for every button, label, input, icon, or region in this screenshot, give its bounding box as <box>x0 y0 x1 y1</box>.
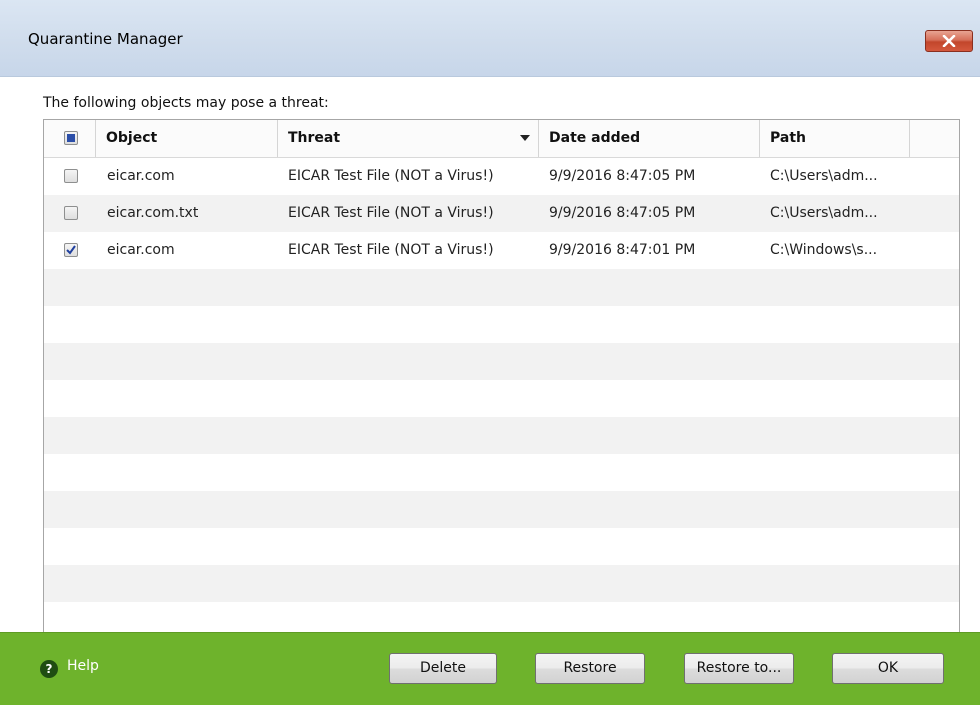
sort-descending-icon <box>520 135 530 141</box>
column-header-threat-label: Threat <box>288 130 341 146</box>
help-link[interactable]: Help <box>67 658 99 674</box>
table-row[interactable]: eicar.com EICAR Test File (NOT a Virus!)… <box>44 158 959 195</box>
empty-row <box>44 565 959 602</box>
object-cell: eicar.com <box>107 168 175 184</box>
select-all-header-cell <box>44 120 96 157</box>
path-cell: C:\Users\adm... <box>770 168 878 184</box>
object-cell: eicar.com.txt <box>107 205 199 221</box>
window-title: Quarantine Manager <box>28 30 183 48</box>
table-row[interactable]: eicar.com.txt EICAR Test File (NOT a Vir… <box>44 195 959 232</box>
table-header: Object Threat Date added Path <box>44 120 959 158</box>
empty-row <box>44 454 959 491</box>
object-cell: eicar.com <box>107 242 175 258</box>
row-checkbox[interactable] <box>64 169 78 183</box>
empty-row <box>44 380 959 417</box>
table-row[interactable]: eicar.com EICAR Test File (NOT a Virus!)… <box>44 232 959 269</box>
checkmark-icon <box>66 245 76 255</box>
column-header-date-added[interactable]: Date added <box>539 120 760 157</box>
date-cell: 9/9/2016 8:47:05 PM <box>549 168 696 184</box>
threat-cell: EICAR Test File (NOT a Virus!) <box>288 168 494 184</box>
select-all-checkbox[interactable] <box>64 131 78 145</box>
empty-row <box>44 306 959 343</box>
empty-row <box>44 343 959 380</box>
path-cell: C:\Windows\s... <box>770 242 878 258</box>
empty-row <box>44 269 959 306</box>
intro-text: The following objects may pose a threat: <box>43 95 329 111</box>
title-bar: Quarantine Manager <box>0 0 980 77</box>
path-cell: C:\Users\adm... <box>770 205 878 221</box>
restore-to-button[interactable]: Restore to... <box>684 653 794 684</box>
question-circle-icon[interactable]: ? <box>40 660 58 678</box>
column-header-object[interactable]: Object <box>96 120 278 157</box>
row-checkbox-checked[interactable] <box>64 243 78 257</box>
threat-cell: EICAR Test File (NOT a Virus!) <box>288 242 494 258</box>
ok-button[interactable]: OK <box>832 653 944 684</box>
close-button[interactable] <box>925 30 973 52</box>
column-header-filler <box>910 120 959 157</box>
column-header-path[interactable]: Path <box>760 120 910 157</box>
empty-row <box>44 528 959 565</box>
empty-row <box>44 417 959 454</box>
quarantine-table: Object Threat Date added Path eicar.com … <box>43 119 960 692</box>
quarantine-manager-window: Quarantine Manager The following objects… <box>0 0 980 705</box>
row-checkbox[interactable] <box>64 206 78 220</box>
column-header-threat[interactable]: Threat <box>278 120 539 157</box>
date-cell: 9/9/2016 8:47:05 PM <box>549 205 696 221</box>
restore-button[interactable]: Restore <box>535 653 645 684</box>
threat-cell: EICAR Test File (NOT a Virus!) <box>288 205 494 221</box>
close-icon <box>942 35 956 47</box>
dialog-content: The following objects may pose a threat:… <box>0 77 980 692</box>
delete-button[interactable]: Delete <box>389 653 497 684</box>
empty-row <box>44 491 959 528</box>
dialog-footer: ? Help Delete Restore Restore to... OK <box>0 632 980 705</box>
date-cell: 9/9/2016 8:47:01 PM <box>549 242 696 258</box>
